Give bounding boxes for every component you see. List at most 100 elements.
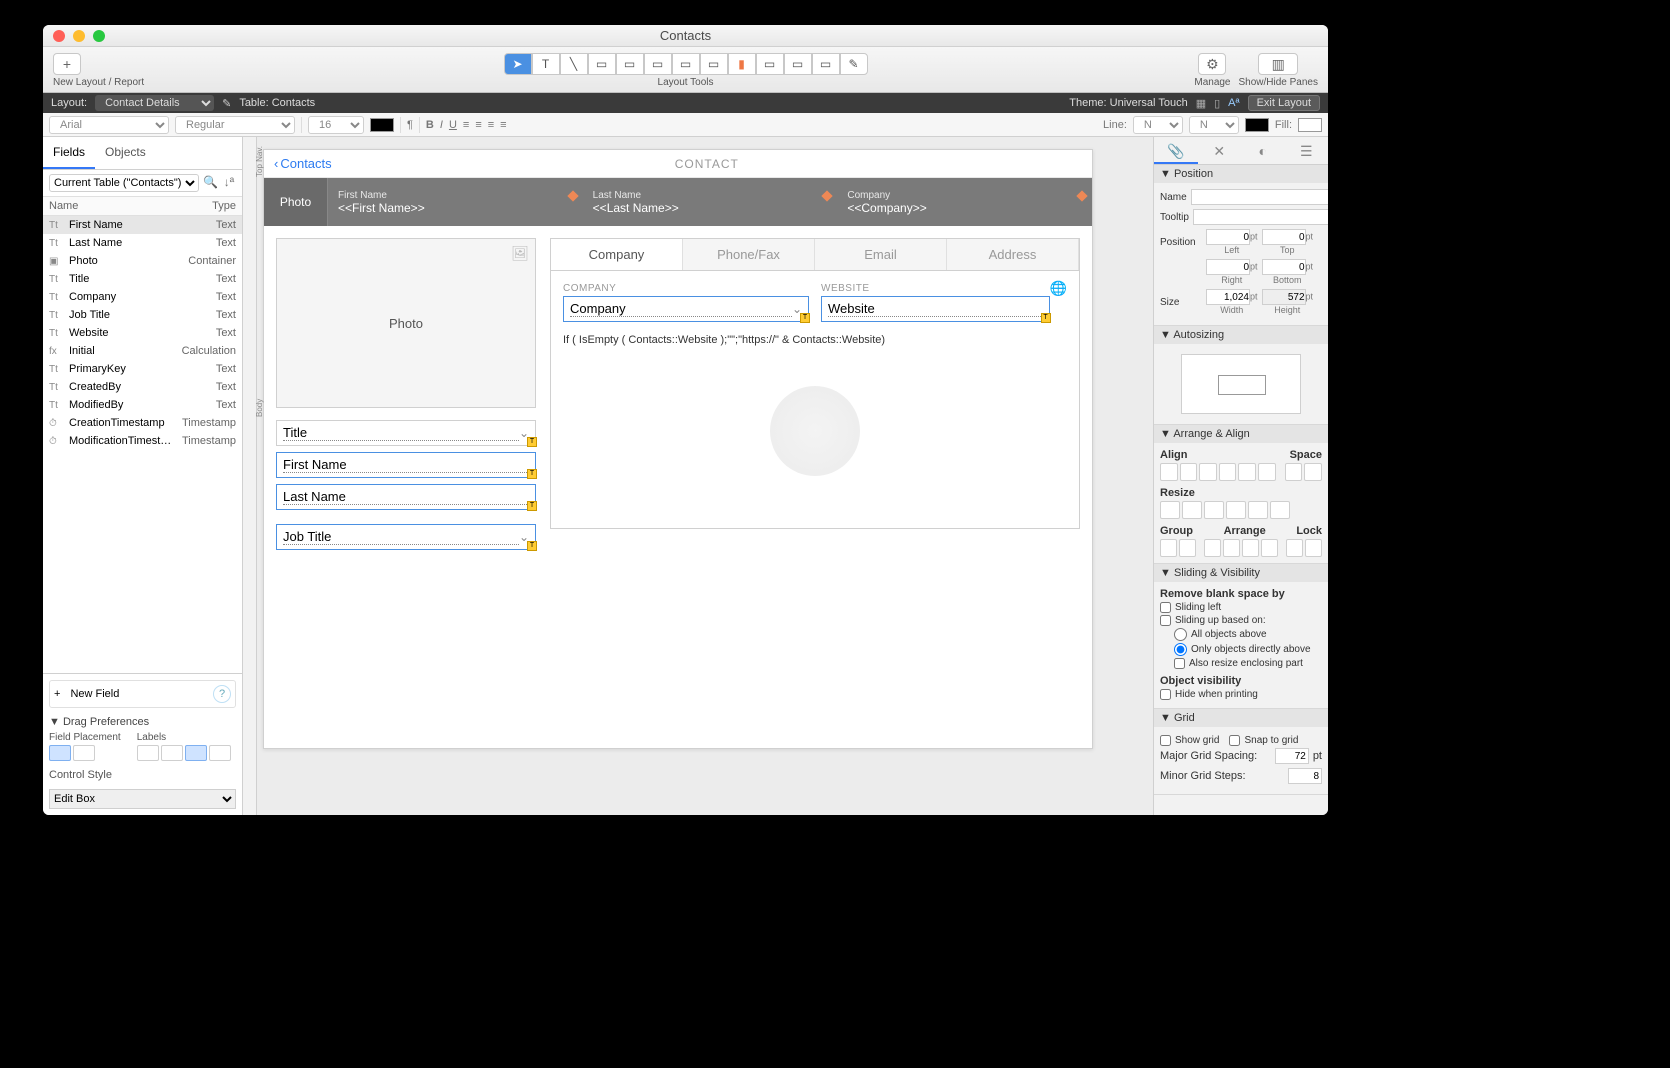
text-color-swatch[interactable] — [370, 118, 394, 132]
section-arrange[interactable]: ▼ Arrange & Align — [1154, 425, 1328, 443]
pos-top-input[interactable] — [1262, 229, 1306, 245]
format-painter-tool[interactable]: ✎ — [840, 53, 868, 75]
tab-company[interactable]: Company — [551, 239, 683, 270]
part-label-topnav[interactable]: Top Nav. — [255, 146, 264, 177]
label-opt-3[interactable] — [185, 745, 207, 761]
field-row[interactable]: ⏱ModificationTimesta…Timestamp — [43, 432, 242, 450]
space-h-btn[interactable] — [1285, 463, 1303, 481]
table-select[interactable]: Current Table ("Contacts") — [49, 174, 199, 192]
major-grid-input[interactable] — [1275, 748, 1309, 764]
bold-button[interactable]: B — [426, 119, 434, 131]
label-opt-1[interactable] — [137, 745, 159, 761]
manage-button[interactable]: ⚙ — [1198, 53, 1226, 75]
new-layout-button[interactable]: + — [53, 53, 81, 75]
italic-button[interactable]: I — [440, 119, 443, 131]
also-resize-check[interactable] — [1174, 658, 1185, 669]
tab-phone[interactable]: Phone/Fax — [683, 239, 815, 270]
exit-layout-button[interactable]: Exit Layout — [1248, 95, 1320, 111]
align-right-btn[interactable] — [1199, 463, 1217, 481]
photo-field[interactable]: 🖼 Photo — [276, 238, 536, 408]
pos-left-input[interactable] — [1206, 229, 1250, 245]
group-btn[interactable] — [1160, 539, 1177, 557]
control-style-select[interactable]: Edit Box — [49, 789, 236, 809]
text-tool[interactable]: T — [532, 53, 560, 75]
all-above-radio[interactable] — [1174, 628, 1187, 641]
drag-prefs-header[interactable]: ▼ Drag Preferences — [49, 716, 236, 728]
bkwd-btn[interactable] — [1261, 539, 1278, 557]
slide-left-check[interactable] — [1160, 602, 1171, 613]
underline-button[interactable]: U — [449, 119, 457, 131]
resize-1[interactable] — [1160, 501, 1180, 519]
pos-right-input[interactable] — [1206, 259, 1250, 275]
aa-icon[interactable]: Aª — [1228, 97, 1239, 109]
lastname-field[interactable]: Last NameT — [276, 484, 536, 510]
col-name[interactable]: Name — [43, 197, 178, 215]
inspector-tab-styles[interactable]: ✕ — [1198, 137, 1242, 164]
pos-bottom-input[interactable] — [1262, 259, 1306, 275]
jobtitle-field[interactable]: Job Title⌄T — [276, 524, 536, 550]
photo-cell[interactable]: Photo — [264, 178, 328, 226]
website-field[interactable]: WebsiteT — [821, 296, 1050, 322]
panes-button[interactable]: ▥ — [1258, 53, 1298, 75]
webviewer-placeholder[interactable] — [770, 386, 860, 476]
layout-canvas[interactable]: Top Nav. Body ‹ Contacts CONTACT Photo F… — [243, 137, 1153, 815]
popover-tool[interactable]: ▭ — [784, 53, 812, 75]
weight-select[interactable]: Regular — [175, 116, 295, 134]
theme-icon[interactable]: ▦ — [1196, 97, 1206, 110]
field-row[interactable]: ▣PhotoContainer — [43, 252, 242, 270]
resize-2[interactable] — [1182, 501, 1202, 519]
align-bot-btn[interactable] — [1258, 463, 1276, 481]
resize-3[interactable] — [1204, 501, 1224, 519]
inspector-tab-data[interactable]: ☰ — [1285, 137, 1329, 164]
back-btn[interactable] — [1242, 539, 1259, 557]
field-row[interactable]: TtCreatedByText — [43, 378, 242, 396]
layout-select[interactable]: Contact Details — [95, 95, 214, 111]
back-button[interactable]: ‹ Contacts — [274, 156, 332, 171]
section-position[interactable]: ▼ Position — [1154, 165, 1328, 183]
rect-tool[interactable]: ▭ — [588, 53, 616, 75]
line-width-select[interactable]: None — [1189, 116, 1239, 134]
device-icon[interactable]: ▯ — [1214, 97, 1220, 110]
label-opt-2[interactable] — [161, 745, 183, 761]
tab-fields[interactable]: Fields — [43, 137, 95, 169]
align-justify-button[interactable]: ≡ — [500, 119, 506, 131]
label-opt-4[interactable] — [209, 745, 231, 761]
space-v-btn[interactable] — [1304, 463, 1322, 481]
field-row[interactable]: TtTitleText — [43, 270, 242, 288]
calc-text[interactable]: If ( IsEmpty ( Contacts::Website );"";"h… — [563, 334, 1067, 346]
sort-icon[interactable]: ↓ª — [222, 175, 236, 191]
tab-tool[interactable]: ▭ — [672, 53, 700, 75]
height-input[interactable] — [1262, 289, 1306, 305]
new-field-button[interactable]: + New Field ? — [49, 680, 236, 708]
minor-grid-input[interactable] — [1288, 768, 1322, 784]
title-field[interactable]: Title⌄T — [276, 420, 536, 446]
chart-tool[interactable]: ▮ — [728, 53, 756, 75]
name-input[interactable] — [1191, 189, 1328, 205]
tooltip-input[interactable] — [1193, 209, 1328, 225]
field-row[interactable]: TtCompanyText — [43, 288, 242, 306]
pointer-tool[interactable]: ➤ — [504, 53, 532, 75]
autosize-control[interactable] — [1181, 354, 1301, 414]
placement-vert[interactable] — [73, 745, 95, 761]
front-btn[interactable] — [1204, 539, 1221, 557]
field-row[interactable]: fxInitialCalculation — [43, 342, 242, 360]
inspector-tab-position[interactable]: 📎 — [1154, 137, 1198, 164]
line-color-swatch[interactable] — [1245, 118, 1269, 132]
resize-4[interactable] — [1226, 501, 1246, 519]
layout-page[interactable]: ‹ Contacts CONTACT Photo First Name<<Fir… — [263, 149, 1093, 749]
part-label-body[interactable]: Body — [255, 399, 264, 417]
firstname-field[interactable]: First NameT — [276, 452, 536, 478]
field-row[interactable]: TtJob TitleText — [43, 306, 242, 324]
align-center-button[interactable]: ≡ — [475, 119, 481, 131]
field-row[interactable]: TtWebsiteText — [43, 324, 242, 342]
placement-horiz[interactable] — [49, 745, 71, 761]
field-tool[interactable]: ▭ — [616, 53, 644, 75]
snap-grid-check[interactable] — [1229, 735, 1240, 746]
lock-btn[interactable] — [1286, 539, 1303, 557]
align-right-button[interactable]: ≡ — [488, 119, 494, 131]
show-grid-check[interactable] — [1160, 735, 1171, 746]
col-type[interactable]: Type — [178, 197, 242, 215]
font-select[interactable]: Arial — [49, 116, 169, 134]
size-select[interactable]: 16 pt — [308, 116, 364, 134]
indent-icon[interactable]: ¶ — [407, 119, 413, 131]
